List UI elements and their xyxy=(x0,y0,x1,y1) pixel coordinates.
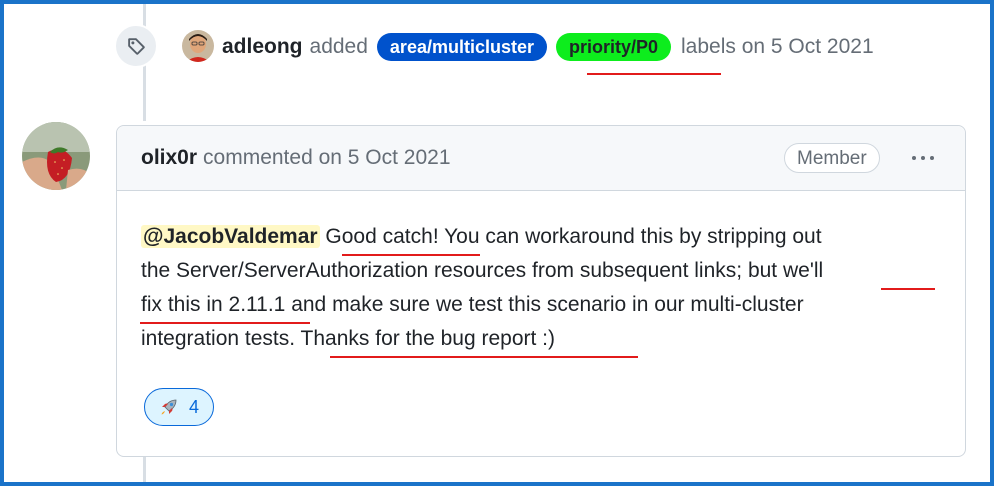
event-timestamp-text: labels on 5 Oct 2021 xyxy=(681,35,874,58)
label-event: adleong added area/multicluster priority… xyxy=(114,24,974,68)
comment-line-2: the Server/ServerAuthorization resources… xyxy=(141,259,824,282)
adleong-avatar[interactable] xyxy=(182,30,214,62)
olix0r-avatar[interactable] xyxy=(22,122,90,190)
comment-author-link[interactable]: olix0r xyxy=(141,146,197,169)
comment-box: olix0r commented on 5 Oct 2021 Member @Ja… xyxy=(116,125,966,457)
tag-icon xyxy=(114,24,158,68)
annotation-underline xyxy=(587,73,721,75)
comment-line-3: fix this in 2.11.1 and make sure we test… xyxy=(141,293,804,316)
underlined-phrase: we'll xyxy=(782,259,824,282)
comment-timestamp[interactable]: commented on 5 Oct 2021 xyxy=(203,146,450,169)
underlined-phrase: fix this in 2.11.1 xyxy=(141,293,286,316)
more-options-button[interactable] xyxy=(903,144,943,172)
rocket-reaction-button[interactable]: 4 xyxy=(144,388,214,426)
kebab-horizontal-icon xyxy=(912,156,916,160)
annotation-underline xyxy=(881,288,935,290)
underlined-phrase: Thanks for the bug report :) xyxy=(300,327,556,350)
comment-header-text: olix0r commented on 5 Oct 2021 xyxy=(141,146,451,170)
rocket-icon xyxy=(161,399,177,415)
member-badge: Member xyxy=(784,143,880,173)
label-area-multicluster[interactable]: area/multicluster xyxy=(376,33,547,61)
annotation-underline xyxy=(330,356,638,358)
annotation-underline xyxy=(342,254,480,256)
comment-line-1: @JacobValdemar Good catch! You can worka… xyxy=(141,225,822,248)
event-actor-link[interactable]: adleong xyxy=(222,35,303,59)
reaction-count: 4 xyxy=(188,396,199,417)
event-verb: added xyxy=(309,35,368,58)
timeline-frame: adleong added area/multicluster priority… xyxy=(4,4,990,482)
comment-header: olix0r commented on 5 Oct 2021 Member xyxy=(117,126,965,191)
comment-line-4: integration tests. Thanks for the bug re… xyxy=(141,327,556,350)
comment-body: @JacobValdemar Good catch! You can worka… xyxy=(141,220,941,356)
user-mention-link[interactable]: @JacobValdemar xyxy=(141,225,320,248)
label-priority-p0[interactable]: priority/P0 xyxy=(555,33,672,61)
annotation-underline xyxy=(140,322,310,324)
underlined-phrase: Good catch xyxy=(325,225,433,248)
label-event-text: adleong added area/multicluster priority… xyxy=(222,32,874,62)
